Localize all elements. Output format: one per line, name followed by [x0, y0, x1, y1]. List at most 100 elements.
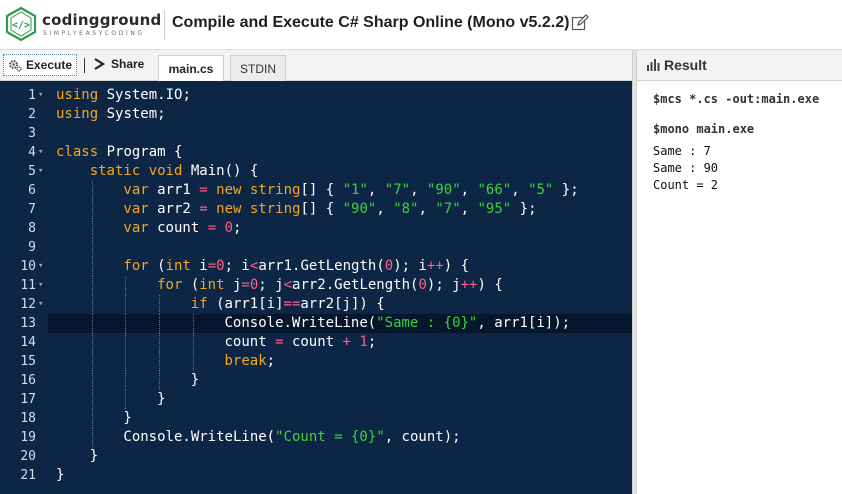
code-token: == — [283, 296, 301, 312]
indent-guide — [91, 352, 93, 371]
code-line[interactable]: using System; — [56, 105, 166, 124]
line-number: 12 ▾ — [0, 295, 48, 314]
indent-guide — [159, 352, 161, 371]
code-line[interactable]: for (int i=0; i<arr1.GetLength(0); i++) … — [123, 257, 469, 276]
code-line[interactable]: } — [56, 466, 64, 485]
line-number: 7 — [0, 200, 48, 219]
code-line[interactable]: Console.WriteLine("Same : {0}", arr1[i])… — [225, 314, 571, 333]
codingground-logo[interactable]: </> codingground SIMPLYEASYCODING — [4, 5, 164, 43]
code-line[interactable]: class Program { — [56, 143, 182, 162]
line-number: 5 ▾ — [0, 162, 48, 181]
execute-button[interactable]: Execute — [3, 54, 78, 76]
code-token: , arr1[i]); — [477, 315, 571, 331]
fold-toggle-icon[interactable]: ▾ — [38, 257, 43, 276]
output-line: Count = 2 — [653, 178, 719, 192]
code-line[interactable]: for (int j=0; j<arr2.GetLength(0); j++) … — [157, 276, 503, 295]
code-token: ); i — [393, 258, 427, 274]
indent-guide — [125, 333, 127, 352]
gear-icon — [9, 60, 22, 72]
indent-guide — [91, 409, 93, 428]
line-number-text: 10 — [20, 259, 36, 274]
code-token: } — [89, 448, 99, 464]
code-token: using — [56, 87, 99, 103]
code-token: < — [283, 277, 293, 293]
code-token: ; — [233, 220, 242, 236]
code-line[interactable]: count = count + 1; — [225, 333, 377, 352]
line-number-text: 14 — [20, 335, 36, 350]
fold-toggle-icon[interactable]: ▾ — [38, 162, 43, 181]
code-token: Console.WriteLine( — [224, 315, 377, 331]
code-token: , — [418, 201, 436, 217]
code-line[interactable]: } — [123, 409, 131, 428]
code-line[interactable]: } — [90, 447, 98, 466]
indent-guide — [159, 314, 161, 333]
code-token: (arr1[i] — [207, 296, 284, 312]
code-token: ++ — [426, 258, 444, 274]
code-line[interactable]: var count = 0; — [123, 219, 241, 238]
code-line[interactable]: Console.WriteLine("Count = {0}", count); — [123, 428, 460, 447]
code-token: if — [190, 296, 208, 312]
code-line[interactable]: static void Main() { — [90, 162, 259, 181]
code-token: = — [241, 277, 250, 293]
indent-guide — [91, 200, 93, 219]
code-token: count — [148, 220, 208, 236]
line-number: 10 ▾ — [0, 257, 48, 276]
indent-guide — [91, 333, 93, 352]
fold-toggle-icon[interactable]: ▾ — [38, 143, 43, 162]
code-token: "7" — [384, 182, 411, 198]
code-token: Program { — [98, 144, 183, 160]
result-title: Result — [664, 57, 707, 73]
fold-toggle-icon[interactable]: ▾ — [38, 276, 43, 295]
line-number: 17 — [0, 390, 48, 409]
code-line[interactable]: break; — [225, 352, 276, 371]
edit-icon[interactable] — [571, 14, 589, 32]
page-title: Compile and Execute C# Sharp Online (Mon… — [172, 14, 570, 31]
indent-guide — [91, 238, 93, 257]
code-line[interactable]: } — [191, 371, 199, 390]
code-token: int — [199, 277, 225, 293]
code-line[interactable]: var arr1 = new string[] { "1", "7", "90"… — [123, 181, 578, 200]
codingground-logo-icon: </> — [5, 7, 37, 41]
tab-stdin-label: STDIN — [240, 61, 276, 76]
indent-guide — [192, 333, 194, 352]
code-editor[interactable]: 1 ▾ 2 3 4 ▾ 5 ▾ 6 7 8 9 10 ▾ 11 ▾ 12 ▾ 13 14 15 16 17 18 19 20 21 … — [0, 81, 632, 494]
code-token: "Same : {0}" — [376, 315, 478, 331]
line-number: 4 ▾ — [0, 143, 48, 162]
fold-toggle-icon[interactable]: ▾ — [38, 86, 43, 105]
fold-toggle-icon[interactable]: ▾ — [38, 295, 43, 314]
brand-tagline: SIMPLYEASYCODING — [43, 30, 145, 37]
code-token: ++ — [460, 277, 478, 293]
line-number: 21 — [0, 466, 48, 485]
line-number: 18 — [0, 409, 48, 428]
indent-guide — [125, 371, 127, 390]
line-number: 16 — [0, 371, 48, 390]
code-line[interactable]: var arr2 = new string[] { "90", "8", "7"… — [123, 200, 536, 219]
toolbar-divider — [84, 58, 85, 73]
code-token: = — [207, 220, 217, 236]
line-number: 15 — [0, 352, 48, 371]
code-token: = — [207, 258, 217, 274]
code-token: arr2.GetLength( — [292, 277, 419, 293]
code-line[interactable]: using System.IO; — [56, 86, 191, 105]
code-token: , count); — [384, 429, 461, 445]
indent-guide — [91, 295, 93, 314]
code-token: for — [123, 258, 149, 274]
indent-guide — [91, 257, 93, 276]
code-token: 0 — [224, 220, 234, 236]
line-number-text: 6 — [28, 183, 36, 198]
code-token: for — [157, 277, 183, 293]
tab-stdin[interactable]: STDIN — [230, 55, 286, 81]
line-number: 8 — [0, 219, 48, 238]
bar-chart-icon — [647, 59, 660, 71]
code-token: ; — [367, 334, 377, 350]
tab-main-cs[interactable]: main.cs — [158, 55, 224, 82]
line-number-text: 7 — [28, 202, 36, 217]
share-button[interactable]: Share — [93, 57, 144, 71]
code-line[interactable]: if (arr1[i]==arr2[j]) { — [191, 295, 385, 314]
line-number-text: 5 — [28, 164, 36, 179]
code-token: new — [216, 201, 242, 217]
code-line[interactable]: } — [157, 390, 165, 409]
